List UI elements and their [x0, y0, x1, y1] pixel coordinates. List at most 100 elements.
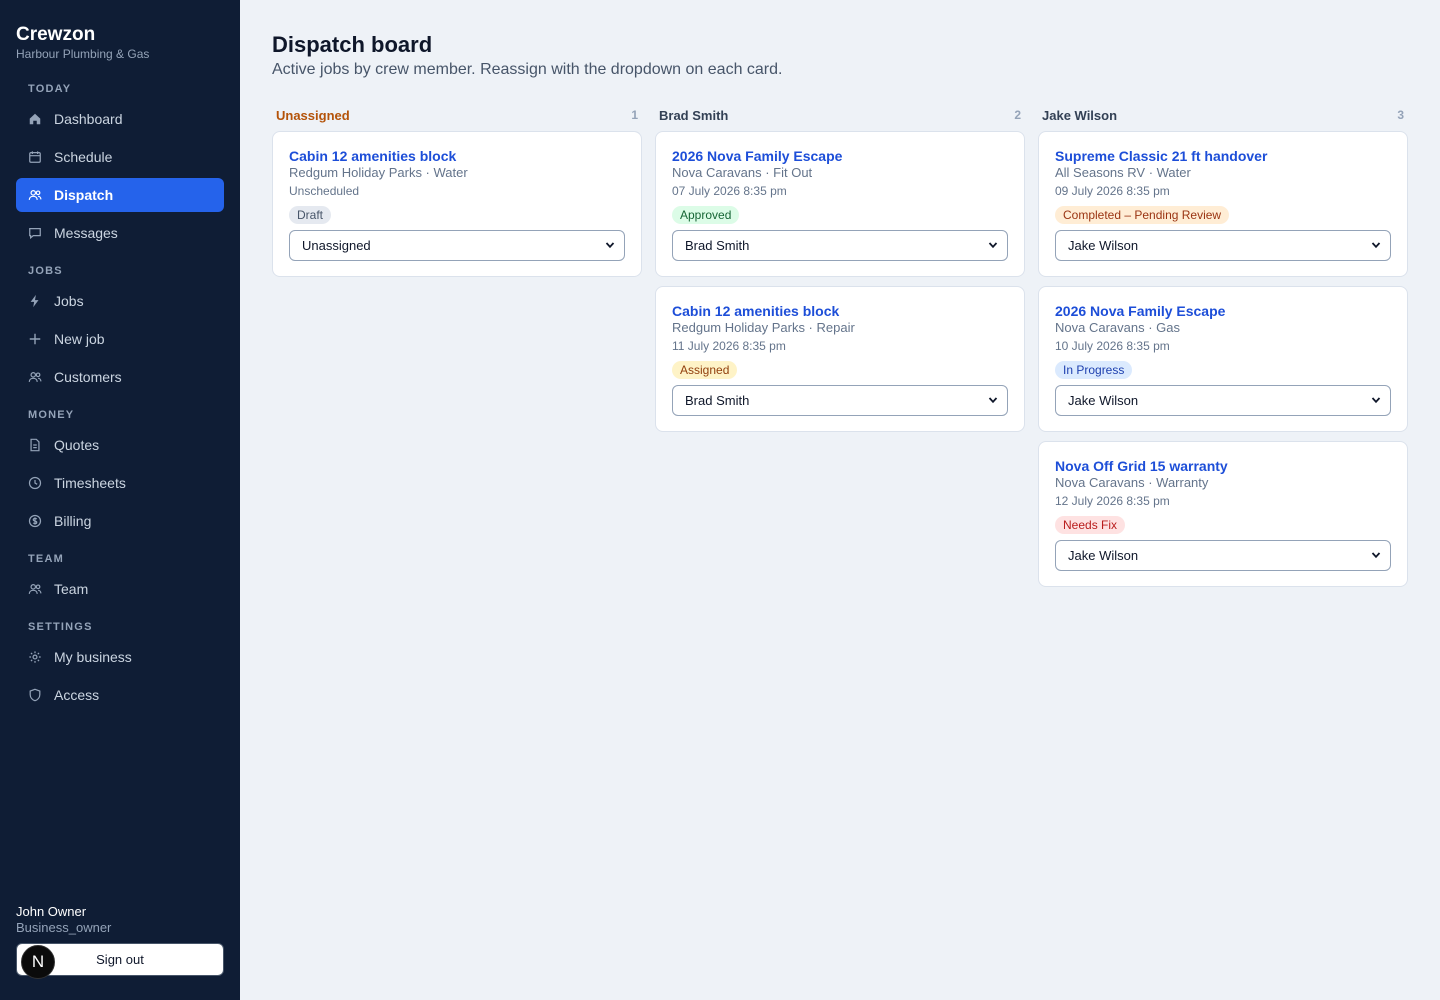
page-subtitle: Active jobs by crew member. Reassign wit… [272, 61, 783, 78]
assignee-select-wrapper: UnassignedBrad SmithJake Wilson [1055, 540, 1391, 571]
sidebar-item-label: Quotes [54, 437, 100, 453]
avatar[interactable]: N [21, 945, 55, 979]
status-badge: In Progress [1055, 361, 1133, 379]
user-name: John Owner [16, 904, 87, 919]
job-customer-type: Nova Caravans · Fit Out [672, 165, 813, 180]
assignee-select[interactable]: UnassignedBrad SmithJake Wilson [672, 385, 1008, 416]
job-card: 2026 Nova Family Escape Nova Caravans · F… [655, 131, 1025, 277]
job-card: Cabin 12 amenities block Redgum Holiday P… [655, 286, 1025, 432]
sidebar-item-label: Access [54, 687, 100, 703]
column-title: Jake Wilson [1042, 107, 1118, 123]
job-title-link[interactable]: Nova Off Grid 15 warranty [1055, 458, 1391, 475]
sidebar-item-new-job[interactable]: New job [16, 322, 224, 356]
board-column-jake-wilson: Jake Wilson 3 Supreme Classic 21 ft handov… [1038, 106, 1408, 596]
assignee-select[interactable]: UnassignedBrad SmithJake Wilson [672, 230, 1008, 261]
job-customer-type: Redgum Holiday Parks · Water [289, 165, 468, 180]
sidebar-item-messages[interactable]: Messages [16, 216, 224, 250]
brand: Crewzon Harbour Plumbing & Gas [16, 24, 149, 61]
home-icon [28, 112, 42, 126]
nav-section-title: JOBS [28, 265, 63, 277]
column-count: 1 [631, 108, 638, 122]
user-role: Business_owner [16, 920, 112, 935]
calendar-icon [28, 150, 42, 164]
sidebar-item-dashboard[interactable]: Dashboard [16, 102, 224, 136]
sidebar-item-label: Team [54, 581, 89, 597]
sidebar-item-team[interactable]: Team [16, 572, 224, 606]
users-icon [28, 582, 42, 596]
assignee-select-wrapper: UnassignedBrad SmithJake Wilson [672, 385, 1008, 416]
job-customer-type: All Seasons RV · Water [1055, 165, 1191, 180]
job-card: Nova Off Grid 15 warranty Nova Caravans ·… [1038, 441, 1408, 587]
job-customer-type: Nova Caravans · Gas [1055, 320, 1180, 335]
sidebar-item-label: New job [54, 331, 105, 347]
status-badge: Completed – Pending Review [1055, 206, 1230, 224]
sidebar-item-timesheets[interactable]: Timesheets [16, 466, 224, 500]
user-block: John Owner Business_owner [16, 904, 224, 935]
gear-icon [28, 650, 42, 664]
sidebar-item-billing[interactable]: Billing [16, 504, 224, 538]
message-icon [28, 226, 42, 240]
job-date: 10 July 2026 8:35 pm [1055, 339, 1170, 353]
assignee-select-wrapper: UnassignedBrad SmithJake Wilson [1055, 230, 1391, 261]
sidebar-item-label: Dashboard [54, 111, 123, 127]
assignee-select-wrapper: UnassignedBrad SmithJake Wilson [289, 230, 625, 261]
clock-icon [28, 476, 42, 490]
assignee-select[interactable]: UnassignedBrad SmithJake Wilson [1055, 385, 1391, 416]
brand-subtitle: Harbour Plumbing & Gas [16, 47, 150, 61]
nav-section-title: MONEY [28, 409, 75, 421]
assignee-select-wrapper: UnassignedBrad SmithJake Wilson [1055, 385, 1391, 416]
sidebar-item-label: My business [54, 649, 132, 665]
assignee-select[interactable]: UnassignedBrad SmithJake Wilson [289, 230, 625, 261]
dollar-circle-icon [28, 514, 42, 528]
sidebar-item-dispatch[interactable]: Dispatch [16, 178, 224, 212]
job-title-link[interactable]: Cabin 12 amenities block [672, 303, 1008, 320]
nav-section-title: TODAY [28, 83, 72, 95]
nav-section-title: SETTINGS [28, 621, 93, 633]
sidebar-item-label: Billing [54, 513, 92, 529]
sidebar-item-schedule[interactable]: Schedule [16, 140, 224, 174]
column-header: Unassigned 1 [272, 106, 642, 124]
document-icon [28, 438, 42, 452]
column-title: Brad Smith [659, 107, 729, 123]
job-card: Supreme Classic 21 ft handover All Season… [1038, 131, 1408, 277]
sidebar-item-quotes[interactable]: Quotes [16, 428, 224, 462]
plus-icon [28, 332, 42, 346]
job-title-link[interactable]: Cabin 12 amenities block [289, 148, 625, 165]
nav-section-jobs: JOBS Jobs New job Customers [16, 262, 224, 394]
assignee-select[interactable]: UnassignedBrad SmithJake Wilson [1055, 230, 1391, 261]
sidebar-item-label: Customers [54, 369, 122, 385]
sidebar-item-label: Schedule [54, 149, 113, 165]
job-date: 09 July 2026 8:35 pm [1055, 184, 1170, 198]
sidebar-item-my-business[interactable]: My business [16, 640, 224, 674]
sidebar-item-jobs[interactable]: Jobs [16, 284, 224, 318]
job-customer-type: Redgum Holiday Parks · Repair [672, 320, 855, 335]
shield-icon [28, 688, 42, 702]
assignee-select-wrapper: UnassignedBrad SmithJake Wilson [672, 230, 1008, 261]
job-customer-type: Nova Caravans · Warranty [1055, 475, 1209, 490]
job-date: Unscheduled [289, 184, 360, 198]
status-badge: Needs Fix [1055, 516, 1126, 534]
dispatch-board: Unassigned 1 Cabin 12 amenities block Redgu… [272, 106, 1408, 596]
status-badge: Assigned [672, 361, 738, 379]
nav-section-team: TEAM Team [16, 550, 224, 606]
board-column-unassigned: Unassigned 1 Cabin 12 amenities block Redgu… [272, 106, 642, 596]
sidebar-item-label: Jobs [54, 293, 84, 309]
job-title-link[interactable]: 2026 Nova Family Escape [1055, 303, 1391, 320]
assignee-select[interactable]: UnassignedBrad SmithJake Wilson [1055, 540, 1391, 571]
column-count: 3 [1397, 108, 1404, 122]
nav-section-title: TEAM [28, 553, 64, 565]
sidebar-nav: TODAY Dashboard Schedule Dispatch Messages JO… [16, 80, 224, 724]
job-date: 11 July 2026 8:35 pm [672, 339, 786, 353]
sidebar-item-customers[interactable]: Customers [16, 360, 224, 394]
sidebar-item-access[interactable]: Access [16, 678, 224, 712]
job-title-link[interactable]: 2026 Nova Family Escape [672, 148, 1008, 165]
nav-section-today: TODAY Dashboard Schedule Dispatch Messages [16, 80, 224, 250]
page-title: Dispatch board [272, 32, 433, 57]
status-badge: Approved [672, 206, 740, 224]
job-card: Cabin 12 amenities block Redgum Holiday P… [272, 131, 642, 277]
board-column-brad-smith: Brad Smith 2 2026 Nova Family Escape Nova C… [655, 106, 1025, 596]
job-title-link[interactable]: Supreme Classic 21 ft handover [1055, 148, 1391, 165]
nav-section-money: MONEY Quotes Timesheets Billing [16, 406, 224, 538]
status-badge: Draft [289, 206, 332, 224]
job-date: 07 July 2026 8:35 pm [672, 184, 787, 198]
